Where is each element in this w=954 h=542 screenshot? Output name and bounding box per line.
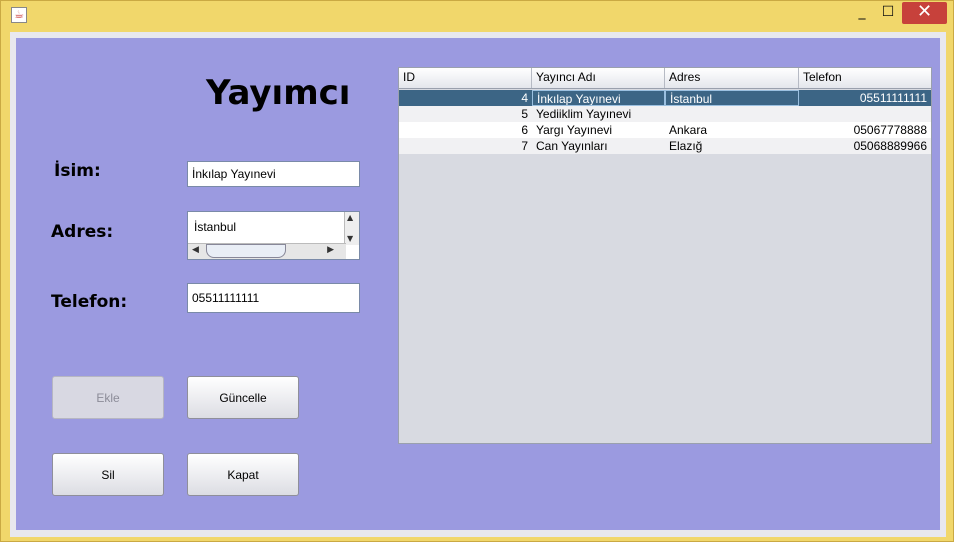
address-value: İstanbul xyxy=(194,220,237,234)
cell-phone: 05067778888 xyxy=(853,123,927,137)
name-field[interactable]: İnkılap Yayınevi xyxy=(187,161,360,187)
close-button[interactable]: Kapat xyxy=(187,453,299,496)
table-header: ID Yayıncı Adı Adres Telefon xyxy=(399,68,931,89)
publisher-table[interactable]: ID Yayıncı Adı Adres Telefon 4 İnkılap Y… xyxy=(398,67,932,444)
vertical-scrollbar[interactable]: ▲ ▼ xyxy=(344,212,359,245)
scroll-left-icon[interactable]: ◀ xyxy=(192,245,199,255)
cell-phone: 05511111111 xyxy=(859,91,927,105)
scroll-thumb[interactable] xyxy=(206,244,286,258)
cell-id: 6 xyxy=(521,123,528,137)
add-button[interactable]: Ekle xyxy=(52,376,164,419)
cell-id: 7 xyxy=(521,139,528,153)
cell-address xyxy=(665,106,799,122)
minimize-button[interactable]: _ xyxy=(851,2,873,24)
cell-address: Elazığ xyxy=(669,139,703,153)
scroll-up-icon[interactable]: ▲ xyxy=(347,213,353,222)
app-window: ☕ _ ☐ ✕ Yayımcı İsim: İnkılap Yayınevi A… xyxy=(0,0,954,542)
address-label: Adres: xyxy=(51,222,114,242)
cell-name: İnkılap Yayınevi xyxy=(532,90,665,106)
title-bar[interactable]: ☕ _ ☐ ✕ xyxy=(1,1,953,29)
column-header-address[interactable]: Adres xyxy=(665,68,799,88)
column-header-id[interactable]: ID xyxy=(399,68,532,88)
cell-phone: 05068889966 xyxy=(853,139,927,153)
java-icon[interactable]: ☕ xyxy=(11,7,27,23)
phone-label: Telefon: xyxy=(51,292,128,312)
scroll-down-icon[interactable]: ▼ xyxy=(347,234,353,243)
table-row[interactable]: 6 Yargı Yayınevi Ankara 05067778888 xyxy=(399,122,931,138)
page-title: Yayımcı xyxy=(206,73,351,113)
cell-name: Can Yayınları xyxy=(536,139,608,153)
cell-address: İstanbul xyxy=(665,90,799,106)
update-button[interactable]: Güncelle xyxy=(187,376,299,419)
horizontal-scrollbar[interactable]: ◀ ▶ xyxy=(188,243,346,259)
address-textarea[interactable]: İstanbul ▲ ▼ ◀ ▶ xyxy=(187,211,360,260)
cell-id: 4 xyxy=(521,91,528,105)
cell-id: 5 xyxy=(521,107,528,121)
delete-button[interactable]: Sil xyxy=(52,453,164,496)
close-window-button[interactable]: ✕ xyxy=(902,2,947,24)
table-row[interactable]: 5 Yediiklim Yayınevi xyxy=(399,106,931,122)
cell-address: Ankara xyxy=(669,123,708,137)
scroll-right-icon[interactable]: ▶ xyxy=(327,245,334,255)
column-header-name[interactable]: Yayıncı Adı xyxy=(532,68,665,88)
name-label: İsim: xyxy=(54,161,101,181)
column-header-phone[interactable]: Telefon xyxy=(799,68,931,88)
cell-name: Yediiklim Yayınevi xyxy=(536,107,632,121)
cell-name: Yargı Yayınevi xyxy=(536,123,613,137)
table-row[interactable]: 7 Can Yayınları Elazığ 05068889966 xyxy=(399,138,931,154)
cell-phone xyxy=(799,106,931,122)
table-row[interactable]: 4 İnkılap Yayınevi İstanbul 05511111111 xyxy=(399,90,931,106)
phone-field[interactable]: 05511111111 xyxy=(187,283,360,313)
maximize-button[interactable]: ☐ xyxy=(877,2,899,24)
